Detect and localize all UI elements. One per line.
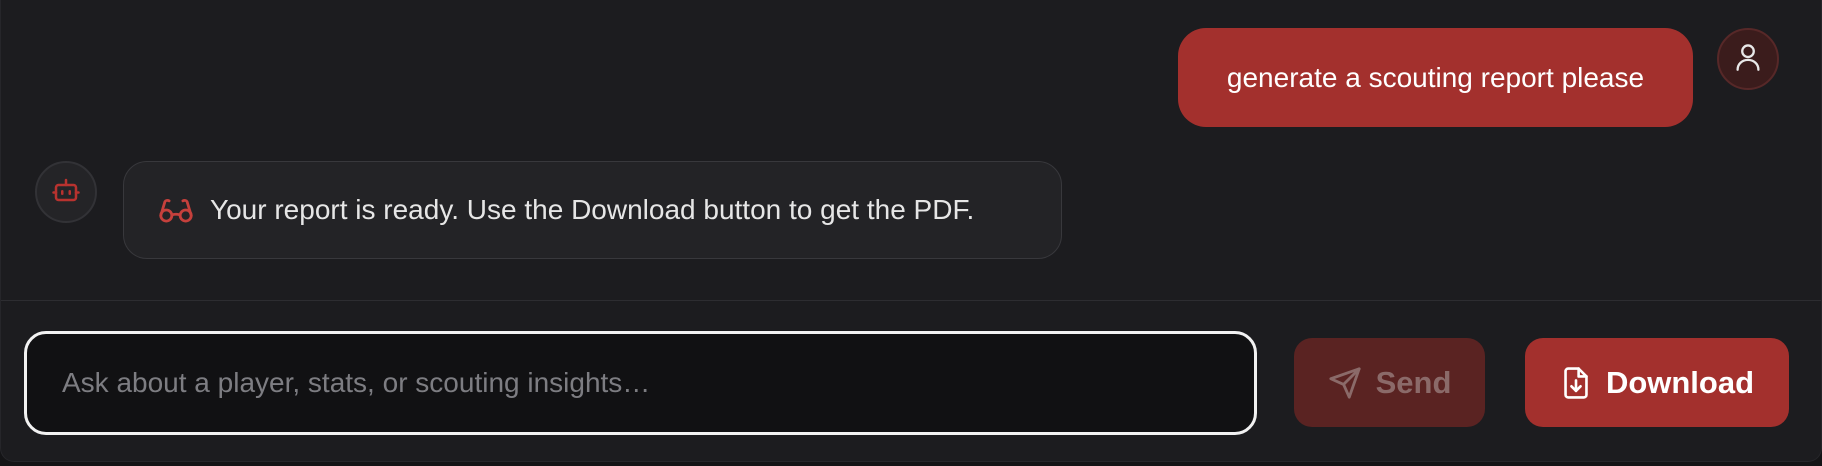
user-message-bubble: generate a scouting report please xyxy=(1178,28,1693,127)
user-icon xyxy=(1734,42,1762,77)
assistant-message-text: Your report is ready. Use the Download b… xyxy=(210,194,975,225)
download-button[interactable]: Download xyxy=(1525,338,1789,427)
chat-app: generate a scouting report please Your r… xyxy=(0,0,1822,462)
message-list: generate a scouting report please Your r… xyxy=(1,0,1821,300)
assistant-message-bubble: Your report is ready. Use the Download b… xyxy=(123,161,1062,259)
send-icon xyxy=(1328,366,1362,400)
message-input[interactable] xyxy=(27,334,1254,432)
user-avatar xyxy=(1717,28,1779,90)
assistant-avatar xyxy=(35,161,97,223)
robot-icon xyxy=(51,175,81,210)
send-button[interactable]: Send xyxy=(1294,338,1485,427)
glasses-icon xyxy=(158,196,194,224)
message-input-wrapper xyxy=(24,331,1257,435)
composer: Send Download xyxy=(1,301,1821,461)
user-message-text: generate a scouting report please xyxy=(1226,61,1645,93)
send-label: Send xyxy=(1375,364,1452,400)
file-download-icon xyxy=(1560,366,1592,400)
download-label: Download xyxy=(1605,364,1755,400)
